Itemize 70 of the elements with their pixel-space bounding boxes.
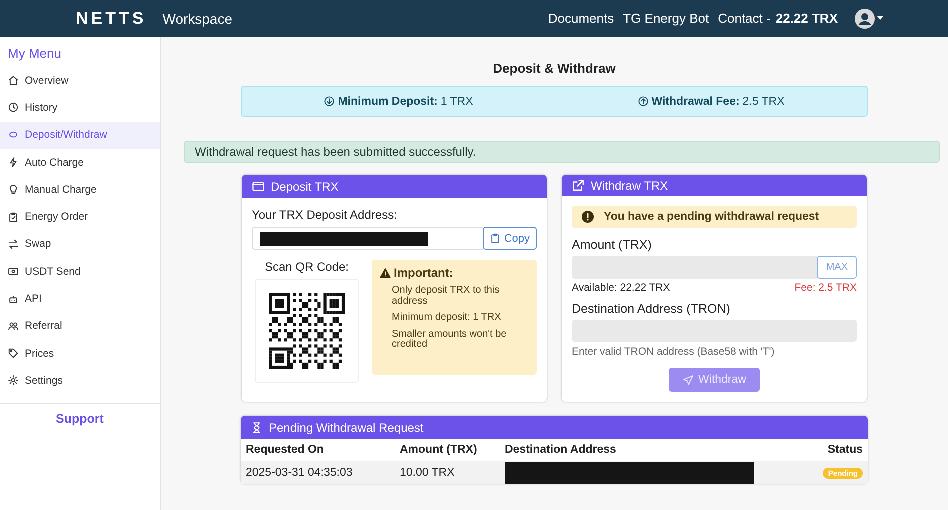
card-title: Pending Withdrawal Request	[269, 420, 424, 434]
send-icon	[682, 374, 694, 386]
field-hint: Enter valid TRON address (Base58 with 'T')	[572, 346, 776, 358]
sidebar-item[interactable]: History	[0, 94, 160, 122]
page-title: Deposit & Withdraw	[493, 61, 616, 76]
card-title: Deposit TRX	[271, 180, 339, 194]
info-text: Withdrawal Fee: 2.5 TRX	[652, 96, 785, 108]
table-cell: 2025-03-31 04:35:03	[241, 461, 395, 484]
card-title: Withdraw TRX	[591, 178, 668, 192]
nav-link[interactable]: Documents	[548, 11, 614, 26]
notice-text: Smaller amounts won't be credited	[391, 330, 508, 350]
sidebar-item[interactable]: USDT Send	[0, 258, 160, 286]
house-icon	[8, 75, 19, 86]
sidebar-item[interactable]: Prices	[0, 340, 160, 368]
field-label: Destination Address (TRON)	[572, 302, 732, 316]
cash-icon	[8, 266, 19, 278]
sidebar-item[interactable]: Overview	[0, 67, 160, 94]
up-arrow-circle-icon	[638, 96, 649, 107]
brand-logo[interactable]: NETTS	[76, 8, 147, 28]
bulb-icon	[8, 184, 19, 196]
sidebar-item[interactable]: API	[0, 285, 160, 313]
info-text: Minimum Deposit: 1 TRX	[338, 96, 474, 108]
caret-icon	[877, 16, 884, 21]
workspace-label: Workspace	[162, 10, 233, 26]
tag-icon	[8, 348, 19, 360]
amount-field[interactable]	[572, 256, 818, 279]
clock-icon	[8, 102, 19, 114]
external-link-icon	[572, 179, 585, 192]
people-icon	[8, 320, 19, 332]
sidebar-item[interactable]: Deposit/Withdraw	[0, 122, 160, 149]
column-header: Destination Address	[500, 439, 808, 461]
copy-button[interactable]: Copy	[483, 227, 537, 250]
success-alert: Withdrawal request has been submitted successfully.	[184, 141, 940, 163]
nav-link[interactable]: TG Energy Bot	[623, 11, 710, 26]
field-label: Your TRX Deposit Address:	[252, 208, 398, 222]
wallet-icon	[252, 180, 265, 193]
warning-text: You have a pending withdrawal request	[604, 211, 820, 223]
down-arrow-circle-icon	[324, 96, 336, 107]
robot-icon	[8, 294, 19, 305]
fee-label: Fee: 2.5 TRX	[794, 282, 857, 294]
clipboard-icon	[490, 233, 502, 244]
balance-label: 22.22 TRX	[776, 11, 838, 26]
hourglass-icon	[251, 422, 263, 434]
exclamation-circle-icon	[582, 211, 594, 223]
menu-title: My Menu	[7, 45, 62, 63]
nav-link[interactable]: Contact -	[718, 11, 771, 26]
avatar-icon	[855, 8, 875, 28]
available-label: Available: 22.22 TRX	[572, 282, 670, 294]
clipboard-check-icon	[8, 212, 19, 223]
table-cell: 10.00 TRX	[395, 461, 500, 484]
lightning-icon	[8, 157, 19, 168]
sidebar-item[interactable]: Swap	[0, 230, 160, 258]
support-link[interactable]: Support	[56, 412, 104, 426]
notice-text: Only deposit TRX to this address	[391, 286, 501, 307]
column-header: Requested On	[241, 439, 395, 461]
field-label: Amount (TRX)	[572, 238, 653, 252]
warning-icon	[380, 268, 391, 278]
sidebar-item[interactable]: Energy Order	[0, 203, 160, 231]
qr-label: Scan QR Code:	[264, 260, 350, 274]
address-field[interactable]	[252, 227, 484, 250]
sidebar-item[interactable]: Auto Charge	[0, 148, 160, 176]
sidebar-item[interactable]: Manual Charge	[0, 176, 160, 204]
notice-title: Important:	[394, 266, 454, 280]
sidebar-item[interactable]: Referral	[0, 312, 160, 340]
user-menu[interactable]	[855, 8, 884, 28]
column-header: Status	[808, 439, 868, 461]
swap-arrows-icon	[8, 238, 19, 250]
notice-text: Minimum deposit: 1 TRX	[391, 313, 502, 324]
sidebar-item[interactable]: Settings	[0, 367, 160, 395]
column-header: Amount (TRX)	[395, 439, 500, 461]
